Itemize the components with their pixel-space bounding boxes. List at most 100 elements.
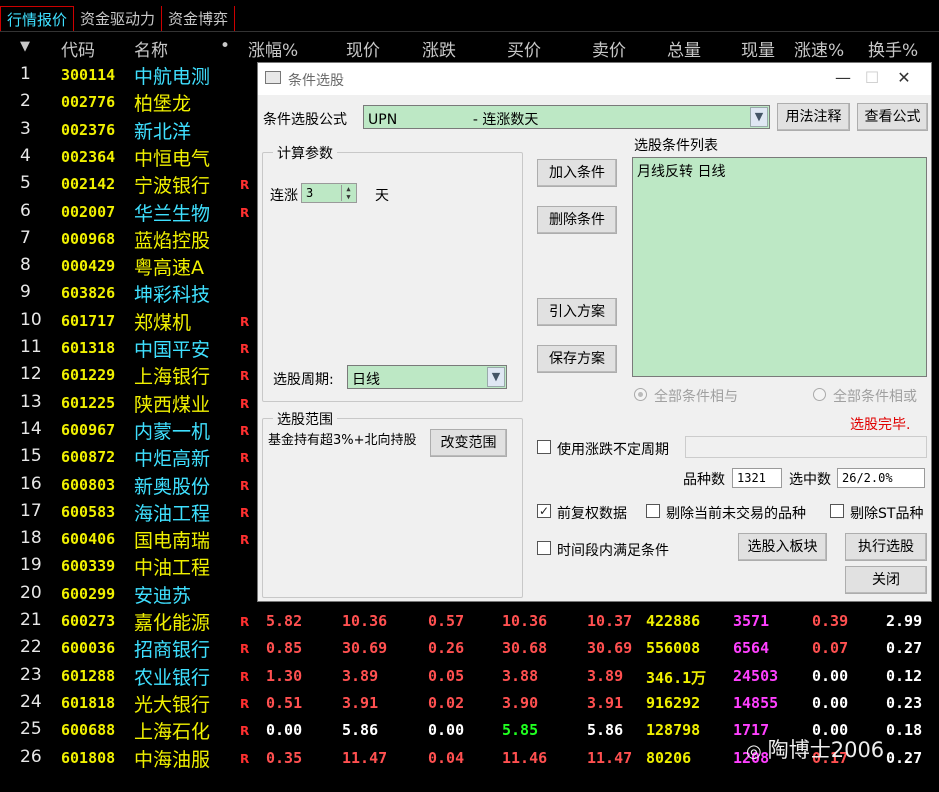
row-change: 0.04 [428,748,465,767]
change-range-button[interactable]: 改变范围 [430,429,507,457]
row-name: 中航电测 [134,66,211,88]
row-change: 0.05 [428,666,465,685]
row-volume: 346.1万 [646,668,707,687]
tab-capital-drive[interactable]: 资金驱动力 [74,6,163,31]
to-block-button[interactable]: 选股入板块 [738,533,827,561]
row-index: 4 [20,145,31,166]
chevron-down-icon[interactable]: ▼ [487,367,505,387]
row-index: 17 [20,500,42,521]
table-row[interactable]: 21 600273 嘉化能源 R 5.82 10.36 0.57 10.36 10.37 4228… [0,606,939,634]
radio-and[interactable] [634,388,647,401]
sort-icon[interactable]: ▼ [20,39,30,54]
row-code: 600273 [61,612,116,630]
row-code: 600967 [61,420,116,439]
tab-quotes[interactable]: 行情报价 [0,6,75,31]
add-condition-button[interactable]: 加入条件 [537,159,617,187]
row-index: 3 [20,118,31,139]
exclude-untraded-label: 剔除当前未交易的品种 [666,506,806,522]
header-name[interactable]: 名称 [134,36,168,61]
delete-condition-button[interactable]: 删除条件 [537,206,617,234]
app-icon [265,71,281,84]
use-period-checkbox[interactable] [537,440,551,454]
table-row[interactable]: 22 600036 招商银行 R 0.85 30.69 0.26 30.68 30.69 5560… [0,633,939,662]
close-icon[interactable]: ✕ [894,68,914,87]
header-bid[interactable]: 买价 [507,36,541,61]
dialog-title-bar[interactable]: 条件选股 — ☐ ✕ [258,63,931,95]
header-change-pct[interactable]: 涨幅% [248,36,298,61]
row-code: 000968 [61,229,116,248]
table-row[interactable]: 23 601288 农业银行 R 1.30 3.89 0.05 3.88 3.89 346.1万 2… [0,661,939,689]
minimize-icon[interactable]: — [833,68,853,87]
execute-button[interactable]: 执行选股 [845,533,927,561]
time-cond-checkbox[interactable] [537,541,551,555]
row-index: 26 [20,746,42,767]
header-volume[interactable]: 总量 [667,36,701,61]
header-cur-vol[interactable]: 现量 [741,36,775,61]
row-index: 19 [20,555,42,576]
row-name: 招商银行 [134,639,211,662]
exclude-untraded-checkbox[interactable] [646,504,660,518]
tab-capital-game[interactable]: 资金博弈 [162,6,236,31]
row-code: 000429 [61,257,116,276]
row-index: 7 [20,227,31,248]
import-plan-button[interactable]: 引入方案 [537,298,617,326]
row-volume: 80206 [646,748,692,767]
radio-or[interactable] [813,388,826,401]
row-index: 1 [20,64,31,84]
column-header: ▼ 代码 名称 • 涨幅% 现价 涨跌 买价 卖价 总量 现量 涨速% 换手% [0,34,939,61]
row-code: 601225 [61,393,116,412]
row-name: 海油工程 [134,502,211,525]
condition-list-item[interactable]: 月线反转 日线 [637,161,725,181]
exclude-st-checkbox[interactable] [830,504,844,518]
header-price[interactable]: 现价 [346,36,380,61]
header-change[interactable]: 涨跌 [422,36,456,61]
row-code: 601288 [61,666,116,685]
row-index: 10 [20,309,42,330]
row-change: 0.02 [428,693,465,712]
row-bid: 5.85 [502,721,539,740]
header-turnover[interactable]: 换手% [868,36,918,61]
radio-or-label: 全部条件相或 [833,389,917,405]
spin-icon[interactable]: ▲ ▼ [341,185,355,201]
row-index: 20 [20,582,42,603]
fq-checkbox[interactable]: ✓ [537,504,551,518]
selected-value: 26/2.0% [842,471,893,485]
period-range-field[interactable] [685,436,927,458]
time-cond-label: 时间段内满足条件 [557,543,669,559]
row-price: 3.89 [342,666,379,685]
row-name: 中油工程 [134,557,211,580]
row-name: 嘉化能源 [134,612,211,634]
row-price: 3.91 [342,693,379,712]
cond-list-label: 选股条件列表 [634,138,718,154]
row-name: 蓝焰控股 [134,229,211,252]
row-code: 002142 [61,175,116,194]
row-change: 0.26 [428,639,465,658]
row-index: 25 [20,719,42,740]
close-button[interactable]: 关闭 [845,566,927,594]
row-name: 坤彩科技 [134,284,211,307]
chevron-down-icon[interactable]: ▼ [750,107,768,127]
row-cur-vol: 6564 [733,639,770,658]
table-row[interactable]: 24 601818 光大银行 R 0.51 3.91 0.02 3.90 3.91 916292 1… [0,688,939,716]
row-name: 中国平安 [134,339,211,361]
row-turnover: 0.27 [886,639,923,658]
header-ask[interactable]: 卖价 [592,36,626,61]
row-change-pct: 5.82 [266,612,303,630]
usage-notes-button[interactable]: 用法注释 [777,103,850,131]
lianzhang-stepper[interactable]: 3 ▲ ▼ [301,183,357,203]
condition-list[interactable]: 月线反转 日线 [632,157,927,377]
period-select[interactable]: 日线 ▼ [347,365,507,389]
header-code[interactable]: 代码 [61,36,95,61]
row-speed: 0.39 [812,612,849,630]
save-plan-button[interactable]: 保存方案 [537,345,617,373]
view-formula-button[interactable]: 查看公式 [857,103,928,131]
row-change: 0.57 [428,612,465,630]
maximize-icon[interactable]: ☐ [862,68,882,87]
row-index: 5 [20,173,31,194]
dialog-title: 条件选股 [288,73,344,89]
formula-select[interactable]: UPN - 连涨数天 ▼ [363,105,770,129]
radio-and-label: 全部条件相与 [654,389,738,405]
row-name: 农业银行 [134,666,211,689]
row-code: 002007 [61,202,116,221]
header-speed[interactable]: 涨速% [794,36,844,61]
